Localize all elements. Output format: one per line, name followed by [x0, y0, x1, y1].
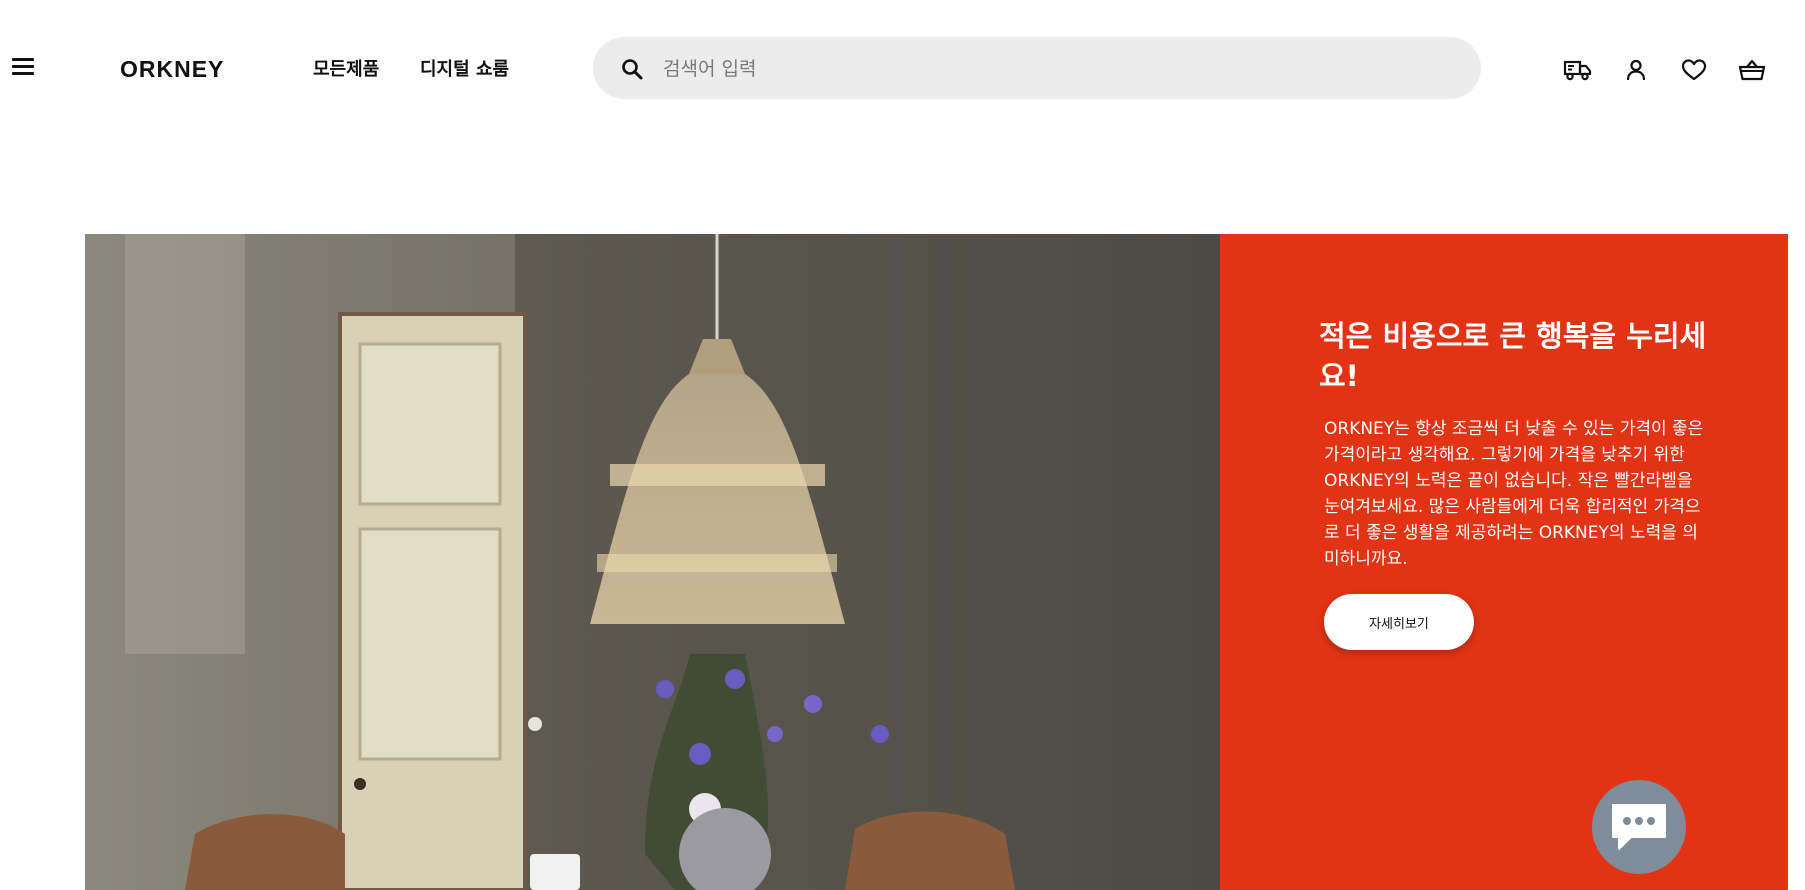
- search-bar[interactable]: [593, 37, 1481, 101]
- hero-image: [85, 234, 1220, 890]
- hero-panel: 적은 비용으로 큰 행복을 누리세요! ORKNEY는 항상 조금씩 더 낮출 …: [1220, 234, 1788, 890]
- dining-room-illustration: [85, 234, 1220, 890]
- heart-icon[interactable]: [1678, 54, 1710, 86]
- nav-all-products[interactable]: 모든제품: [313, 55, 379, 81]
- menu-icon[interactable]: [12, 58, 34, 76]
- basket-icon[interactable]: [1736, 54, 1768, 86]
- nav-digital-showroom[interactable]: 디지털 쇼룸: [420, 55, 509, 81]
- delivery-truck-icon[interactable]: [1562, 54, 1594, 86]
- search-input[interactable]: [661, 37, 1445, 101]
- chat-button[interactable]: [1592, 780, 1686, 874]
- hero-body: ORKNEY는 항상 조금씩 더 낮출 수 있는 가격이 좋은 가격이라고 생각…: [1324, 419, 1704, 569]
- learn-more-button[interactable]: 자세히보기: [1324, 594, 1474, 650]
- chat-icon: [1612, 804, 1666, 850]
- logo[interactable]: ORKNEY: [120, 56, 224, 83]
- search-icon[interactable]: [621, 58, 643, 80]
- hero-title: 적은 비용으로 큰 행복을 누리세요!: [1319, 319, 1707, 393]
- site-header: ORKNEY 모든제품 디지털 쇼룸: [0, 0, 1805, 140]
- user-icon[interactable]: [1620, 54, 1652, 86]
